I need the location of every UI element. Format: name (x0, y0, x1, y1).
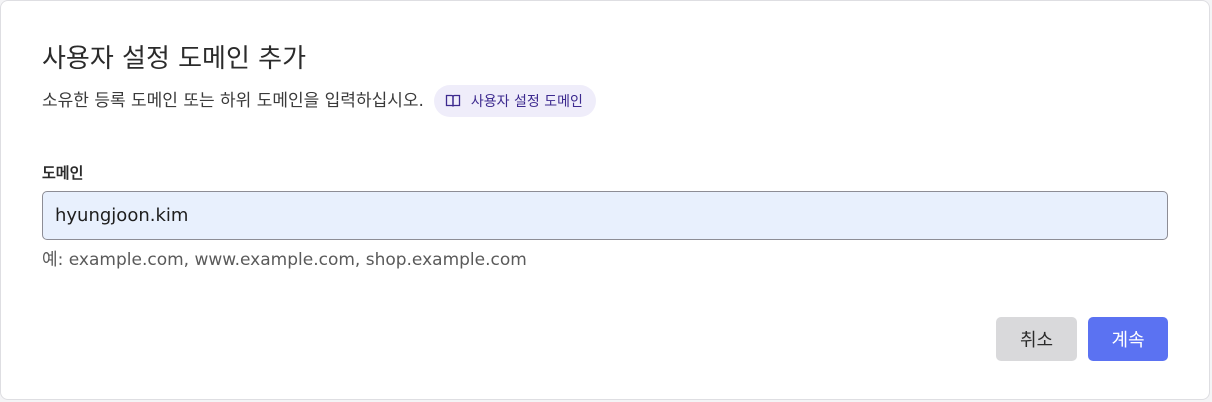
subtitle-row: 소유한 등록 도메인 또는 하위 도메인을 입력하십시오. 사용자 설정 도메인 (42, 85, 596, 117)
custom-domain-docs-link[interactable]: 사용자 설정 도메인 (433, 85, 596, 117)
docs-link-label: 사용자 설정 도메인 (470, 94, 583, 110)
domain-field-label: 도메인 (42, 164, 84, 182)
cancel-button[interactable]: 취소 (996, 317, 1077, 361)
domain-hint: 예: example.com, www.example.com, shop.ex… (42, 250, 527, 270)
book-icon (445, 94, 461, 107)
continue-button[interactable]: 계속 (1088, 317, 1168, 361)
add-custom-domain-dialog: 사용자 설정 도메인 추가 소유한 등록 도메인 또는 하위 도메인을 입력하십… (0, 0, 1210, 400)
dialog-title: 사용자 설정 도메인 추가 (42, 44, 306, 74)
domain-input[interactable] (42, 191, 1168, 240)
dialog-subtitle: 소유한 등록 도메인 또는 하위 도메인을 입력하십시오. (42, 91, 424, 111)
